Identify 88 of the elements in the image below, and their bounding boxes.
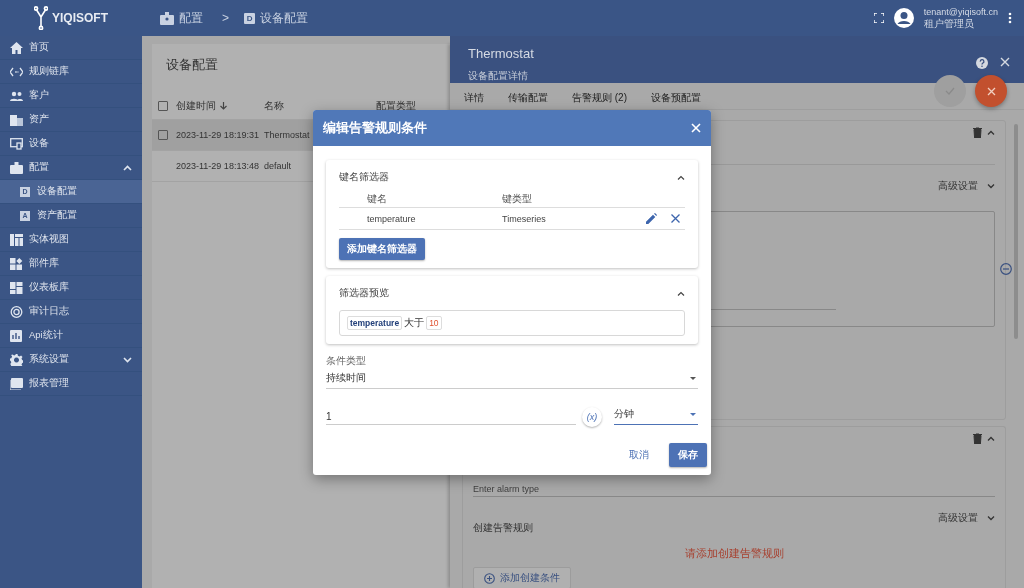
operator-text: 大于	[404, 316, 425, 330]
chevron-icon[interactable]	[677, 175, 685, 180]
close-icon[interactable]	[1000, 57, 1010, 67]
time-unit-select[interactable]: 分钟	[614, 405, 698, 425]
panel-title: 筛选器预览	[339, 287, 389, 300]
checkbox[interactable]	[158, 130, 168, 140]
chevron-icon[interactable]	[987, 130, 995, 135]
breadcrumb-link[interactable]: 配置	[179, 9, 203, 27]
people-icon	[10, 89, 23, 102]
table-cell-text: temperature	[367, 213, 417, 224]
condition-type-select[interactable]: 条件类型 持续时间	[326, 354, 698, 389]
chevron-icon[interactable]	[987, 436, 995, 441]
avatar-icon[interactable]	[893, 8, 914, 28]
sidebar-item[interactable]: 实体视图	[0, 228, 142, 252]
column-header[interactable]: 名称	[264, 99, 376, 113]
more-icon[interactable]	[1008, 12, 1012, 24]
table-cell-text: Thermostat	[264, 130, 311, 140]
column-header: 键名	[367, 192, 388, 206]
list-title: 设备配置	[165, 56, 219, 74]
building-icon	[10, 113, 23, 126]
table-cell-text: Timeseries	[502, 213, 547, 224]
grid-icon	[10, 233, 23, 246]
add-icon	[484, 572, 495, 584]
tab[interactable]: 传输配置	[508, 91, 548, 105]
duration-field[interactable]: 1	[326, 409, 576, 425]
edit-icon[interactable]	[646, 213, 657, 224]
code-icon	[10, 65, 23, 78]
variable-button[interactable]: (x)	[582, 407, 602, 427]
dash-icon	[10, 281, 23, 294]
sidebar-item[interactable]: 仪表板库	[0, 276, 142, 300]
cancel-button[interactable]: 取消	[623, 447, 655, 463]
section-label: 创建告警规则	[473, 521, 534, 535]
logo-icon	[34, 6, 48, 30]
table-cell-text: 2023-11-29 18:19:31	[176, 130, 260, 140]
detail-title: Thermostat	[468, 46, 534, 61]
profile-icon	[10, 161, 23, 174]
value-chip: 10	[426, 316, 442, 330]
breadcrumb-link[interactable]: 设备配置	[260, 9, 308, 27]
fullscreen-icon[interactable]	[873, 13, 884, 23]
remove-icon[interactable]	[1000, 263, 1012, 275]
breadcrumb-icon: D	[244, 12, 255, 24]
alarm-type-field[interactable]: Enter alarm type	[473, 482, 995, 497]
chart-icon	[10, 329, 23, 342]
dialog-title: 编辑告警规则条件	[323, 119, 427, 137]
tab[interactable]: 告警规则 (2)	[572, 91, 627, 105]
sidebar-item[interactable]: 资产	[0, 108, 142, 132]
chevron-icon[interactable]	[677, 291, 685, 296]
user-email: tenant@yiqisoft.cn	[923, 7, 998, 18]
audit-icon	[10, 305, 23, 318]
tab[interactable]: 详情	[464, 91, 484, 105]
sidebar-item[interactable]: 报表管理	[0, 372, 142, 396]
add-condition-button[interactable]: 添加创建条件	[473, 567, 571, 588]
sidebar-item[interactable]: 设备	[0, 132, 142, 156]
delete-icon[interactable]	[973, 433, 982, 444]
checkbox[interactable]	[158, 101, 168, 111]
detail-subtitle: 设备配置详情	[468, 69, 529, 83]
delete-icon[interactable]	[973, 127, 982, 138]
sort-arrow-icon	[220, 102, 227, 110]
help-icon[interactable]	[976, 57, 988, 69]
advanced-settings-link[interactable]: 高级设置	[938, 511, 978, 525]
tab[interactable]: 设备预配置	[651, 91, 701, 105]
table-cell-text: default	[264, 161, 293, 171]
panel-title: 键名筛选器	[339, 171, 389, 184]
advanced-settings-link[interactable]: 高级设置	[938, 179, 978, 193]
logo-text: YIQISOFT	[52, 11, 108, 25]
chevron-icon[interactable]	[987, 183, 995, 189]
sidebar-item[interactable]: 部件库	[0, 252, 142, 276]
home-icon	[10, 41, 23, 54]
profile-icon	[160, 11, 174, 25]
key-chip: temperature	[347, 316, 403, 330]
column-header[interactable]: 创建时间	[176, 99, 216, 113]
sidebar-item[interactable]: 首页	[0, 36, 142, 60]
warning-text: 请添加创建告警规则	[684, 547, 784, 561]
breadcrumb-separator: >	[222, 11, 229, 25]
chevron-icon[interactable]	[987, 515, 995, 521]
user-role: 租户管理员	[923, 18, 975, 29]
column-header[interactable]: 配置类型	[376, 99, 416, 113]
close-icon	[986, 86, 996, 96]
widgets-icon	[10, 257, 23, 270]
table-cell-text: 2023-11-29 18:13:48	[176, 161, 260, 171]
devices-icon	[10, 137, 23, 150]
sidebar-item[interactable]: 系统设置	[0, 348, 142, 372]
gear-icon	[10, 353, 23, 366]
add-key-filter-button[interactable]: 添加键名筛选器	[339, 238, 425, 260]
column-header: 键类型	[502, 192, 533, 206]
save-button[interactable]: 保存	[669, 443, 707, 467]
sidebar-item[interactable]: Api统计	[0, 324, 142, 348]
delete-icon[interactable]	[671, 214, 680, 223]
